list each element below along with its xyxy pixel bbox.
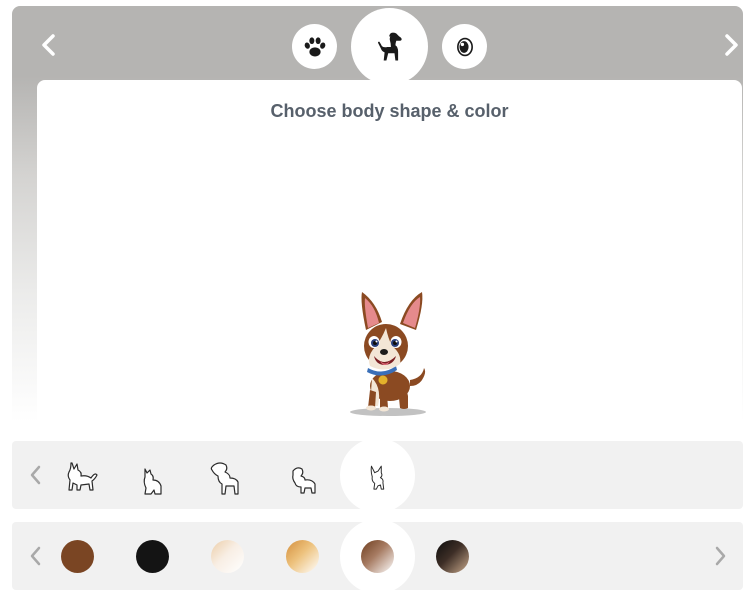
chihuahua-dog-icon bbox=[370, 465, 384, 490]
poodle-dog-icon bbox=[210, 462, 239, 495]
body-shape-row bbox=[12, 438, 743, 513]
preview-canvas: Choose body shape & color bbox=[37, 80, 742, 428]
shape-option-pug[interactable] bbox=[275, 449, 331, 505]
chevron-right-icon bbox=[725, 34, 738, 56]
shape-option-shepherd[interactable] bbox=[52, 449, 108, 505]
shape-prev-button[interactable] bbox=[24, 462, 48, 488]
shepherd-dog-icon bbox=[67, 462, 98, 491]
color-swatch-brown[interactable] bbox=[61, 540, 94, 573]
canvas-title: Choose body shape & color bbox=[270, 101, 509, 121]
customizer-panel: Choose body shape & color bbox=[12, 6, 746, 428]
next-step-button[interactable] bbox=[716, 30, 746, 60]
step-eye-button[interactable] bbox=[442, 24, 487, 69]
color-prev-button[interactable] bbox=[24, 543, 48, 569]
color-swatch-selected-wrapper bbox=[340, 519, 415, 594]
eye-icon bbox=[456, 37, 473, 56]
chevron-right-icon bbox=[715, 546, 726, 566]
body-color-row bbox=[12, 519, 743, 594]
paw-icon bbox=[304, 36, 325, 56]
sitting-dog-icon bbox=[143, 468, 162, 495]
previous-step-button[interactable] bbox=[34, 30, 64, 60]
color-swatch-black[interactable] bbox=[136, 540, 169, 573]
dog-character-image bbox=[350, 292, 426, 416]
color-swatch-brown-white[interactable] bbox=[361, 540, 394, 573]
color-swatch-cream[interactable] bbox=[211, 540, 244, 573]
dog-icon bbox=[377, 32, 402, 60]
color-swatch-tan[interactable] bbox=[286, 540, 319, 573]
active-step-pointer bbox=[379, 78, 401, 90]
color-next-button[interactable] bbox=[708, 543, 732, 569]
shape-option-poodle[interactable] bbox=[198, 449, 254, 505]
shape-option-chihuahua-selected[interactable] bbox=[340, 438, 415, 513]
chevron-left-icon bbox=[42, 34, 55, 56]
step-body-button[interactable] bbox=[351, 8, 428, 85]
pug-dog-icon bbox=[292, 467, 316, 494]
chevron-left-icon bbox=[30, 546, 41, 566]
shape-option-sitting[interactable] bbox=[125, 449, 181, 505]
chevron-left-icon bbox=[30, 465, 41, 485]
step-paw-button[interactable] bbox=[292, 24, 337, 69]
color-swatch-black-tan[interactable] bbox=[436, 540, 469, 573]
